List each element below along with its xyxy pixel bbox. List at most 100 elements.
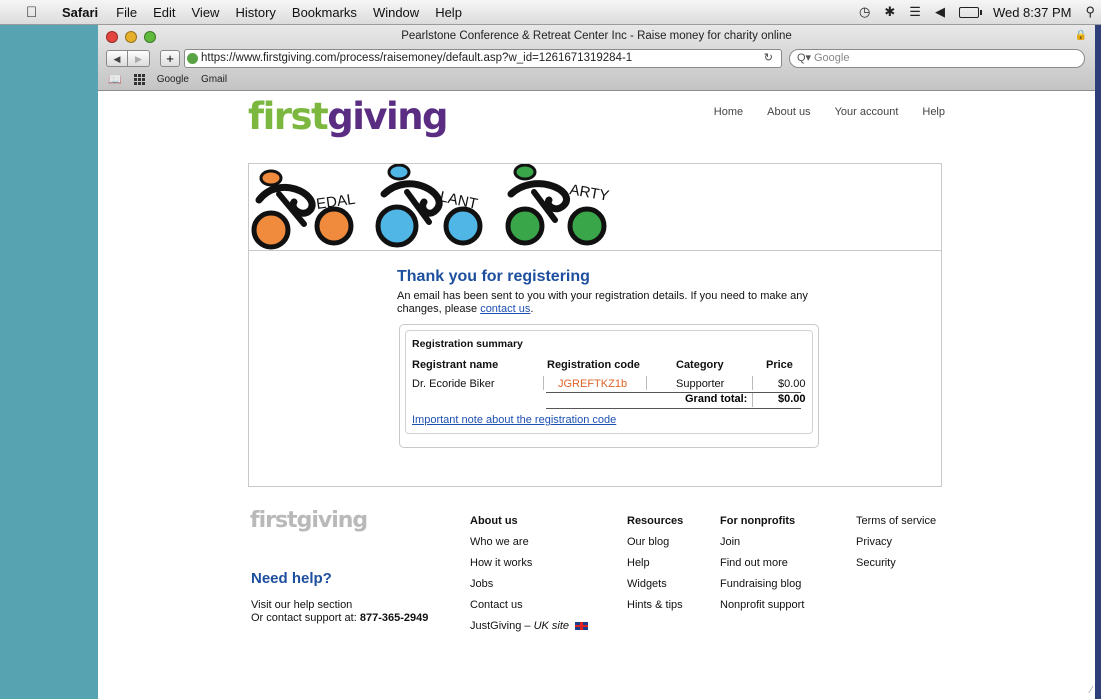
menu-bookmarks[interactable]: Bookmarks (292, 5, 357, 20)
pedal-plant-party-banner: EDAL LANT ARTY (249, 164, 941, 251)
footer-logo[interactable]: firstgiving (250, 508, 368, 533)
footer-link-widgets[interactable]: Widgets (627, 578, 683, 590)
window-resize-grip-icon[interactable]: ∕ (1090, 685, 1092, 696)
top-sites-grid-icon[interactable] (133, 74, 145, 85)
registrant-name: Dr. Ecoride Biker (412, 378, 495, 390)
firstgiving-logo[interactable]: firstgiving (248, 95, 449, 138)
uk-flag-icon (575, 622, 589, 631)
registration-price: $0.00 (778, 378, 806, 390)
time-machine-icon[interactable]: ◷ (859, 4, 870, 20)
footer-link-join[interactable]: Join (720, 536, 804, 548)
header-registration-code: Registration code (547, 359, 640, 371)
menu-view[interactable]: View (192, 5, 220, 20)
menu-file[interactable]: File (116, 5, 137, 20)
menu-extras: ◷ ✱ ☰ ◀ Wed 8:37 PM ⚲ (859, 0, 1101, 24)
web-page: firstgiving Home About us Your account H… (98, 91, 1095, 699)
bookmark-google[interactable]: Google (157, 74, 189, 85)
nav-help[interactable]: Help (922, 106, 945, 118)
contact-us-link[interactable]: contact us (480, 303, 530, 315)
battery-icon[interactable] (958, 6, 982, 18)
header-category: Category (676, 359, 724, 371)
cyclist-green: ARTY (505, 164, 610, 246)
footer-legal-column: Terms of service Privacy Security (856, 515, 936, 578)
banner-word-lant: LANT (438, 188, 479, 213)
summary-title: Registration summary (412, 338, 523, 350)
footer-link-fundraising-blog[interactable]: Fundraising blog (720, 578, 804, 590)
wifi-icon[interactable]: ☰ (909, 4, 921, 20)
address-bar[interactable]: https://www.firstgiving.com/process/rais… (184, 49, 782, 68)
footer-link-contact-us[interactable]: Contact us (470, 599, 588, 611)
cyclist-orange: EDAL (251, 169, 356, 250)
secure-lock-icon: 🔒 (1074, 30, 1087, 41)
bluetooth-icon[interactable]: ✱ (884, 4, 895, 20)
back-button[interactable]: ◀ (106, 50, 128, 67)
menu-bar:  Safari File Edit View History Bookmark… (0, 0, 1101, 25)
support-phone: 877-365-2949 (359, 612, 429, 624)
banner-art: EDAL LANT ARTY (251, 164, 610, 250)
header-registrant-name: Registrant name (412, 359, 499, 371)
help-line: Visit our help section (251, 599, 353, 611)
reload-icon[interactable]: ↻ (764, 50, 773, 67)
desktop-background (0, 25, 98, 699)
confirmation-message: An email has been sent to you with your … (397, 290, 808, 315)
search-placeholder: Google (814, 52, 850, 64)
spotlight-icon[interactable]: ⚲ (1085, 4, 1095, 20)
footer-link-our-blog[interactable]: Our blog (627, 536, 683, 548)
menu-history[interactable]: History (235, 5, 275, 20)
footer-nonprofits-heading: For nonprofits (720, 515, 796, 527)
header-price: Price (766, 359, 793, 371)
registration-code: JGREFTKZ1b (558, 378, 628, 390)
grand-total-label: Grand total: (685, 393, 748, 405)
banner-word-arty: ARTY (568, 181, 610, 205)
need-help-heading: Need help? (251, 570, 332, 587)
bookmarks-book-icon[interactable]: 📖 (108, 73, 122, 86)
apple-menu-icon[interactable]:  (26, 4, 42, 21)
menu-help[interactable]: Help (435, 5, 462, 20)
cyclist-blue: LANT (375, 164, 483, 248)
banner-word-edal: EDAL (315, 191, 356, 213)
cell-divider (543, 376, 544, 390)
nav-your-account[interactable]: Your account (835, 106, 899, 118)
search-icon: Q▾ (797, 52, 812, 64)
forward-button[interactable]: ▶ (128, 50, 150, 67)
add-bookmark-button[interactable]: + (160, 50, 180, 67)
search-field[interactable]: Q▾ Google (789, 49, 1085, 68)
registration-code-note-link[interactable]: Important note about the registration co… (412, 414, 616, 426)
footer-resources-column: Resources Our blog Help Widgets Hints & … (627, 515, 683, 620)
desktop-edge (1095, 25, 1101, 699)
footer-nonprofits-column: For nonprofits Join Find out more Fundra… (720, 515, 804, 620)
footer-link-hints-tips[interactable]: Hints & tips (627, 599, 683, 611)
footer-link-help[interactable]: Help (627, 557, 683, 569)
menu-app-name[interactable]: Safari (62, 5, 98, 20)
site-nav: Home About us Your account Help (714, 106, 945, 118)
footer-link-find-out-more[interactable]: Find out more (720, 557, 804, 569)
nav-about-us[interactable]: About us (767, 106, 810, 118)
window-title: Pearlstone Conference & Retreat Center I… (401, 30, 792, 42)
footer-link-how-it-works[interactable]: How it works (470, 557, 588, 569)
footer-resources-heading: Resources (627, 515, 684, 527)
menu-edit[interactable]: Edit (153, 5, 175, 20)
footer-link-jobs[interactable]: Jobs (470, 578, 588, 590)
footer-link-security[interactable]: Security (856, 557, 936, 569)
registration-summary-box: Registration summary Registrant name Reg… (399, 324, 819, 448)
nav-home[interactable]: Home (714, 106, 743, 118)
footer-link-who-we-are[interactable]: Who we are (470, 536, 588, 548)
footer-about-heading: About us (470, 515, 518, 527)
registration-summary-panel: Registration summary Registrant name Reg… (405, 330, 813, 434)
bookmark-gmail[interactable]: Gmail (201, 74, 227, 85)
menu-window[interactable]: Window (373, 5, 419, 20)
footer-link-terms[interactable]: Terms of service (856, 515, 936, 527)
volume-icon[interactable]: ◀ (935, 4, 945, 20)
thank-you-heading: Thank you for registering (397, 268, 590, 285)
footer-about-column: About us Who we are How it works Jobs Co… (470, 515, 589, 641)
cell-divider (752, 376, 753, 390)
total-bottom-rule (546, 408, 801, 409)
menu-clock[interactable]: Wed 8:37 PM (993, 5, 1072, 20)
bookmarks-bar: 📖 Google Gmail (108, 73, 227, 86)
cell-divider (646, 376, 647, 390)
registration-card: EDAL LANT ARTY Thank you for registering… (248, 163, 942, 487)
footer-link-nonprofit-support[interactable]: Nonprofit support (720, 599, 804, 611)
footer-link-justgiving[interactable]: JustGiving – UK site (470, 620, 589, 632)
footer-link-privacy[interactable]: Privacy (856, 536, 936, 548)
help-contact-line: Or contact support at: 877-365-2949 (251, 612, 429, 624)
